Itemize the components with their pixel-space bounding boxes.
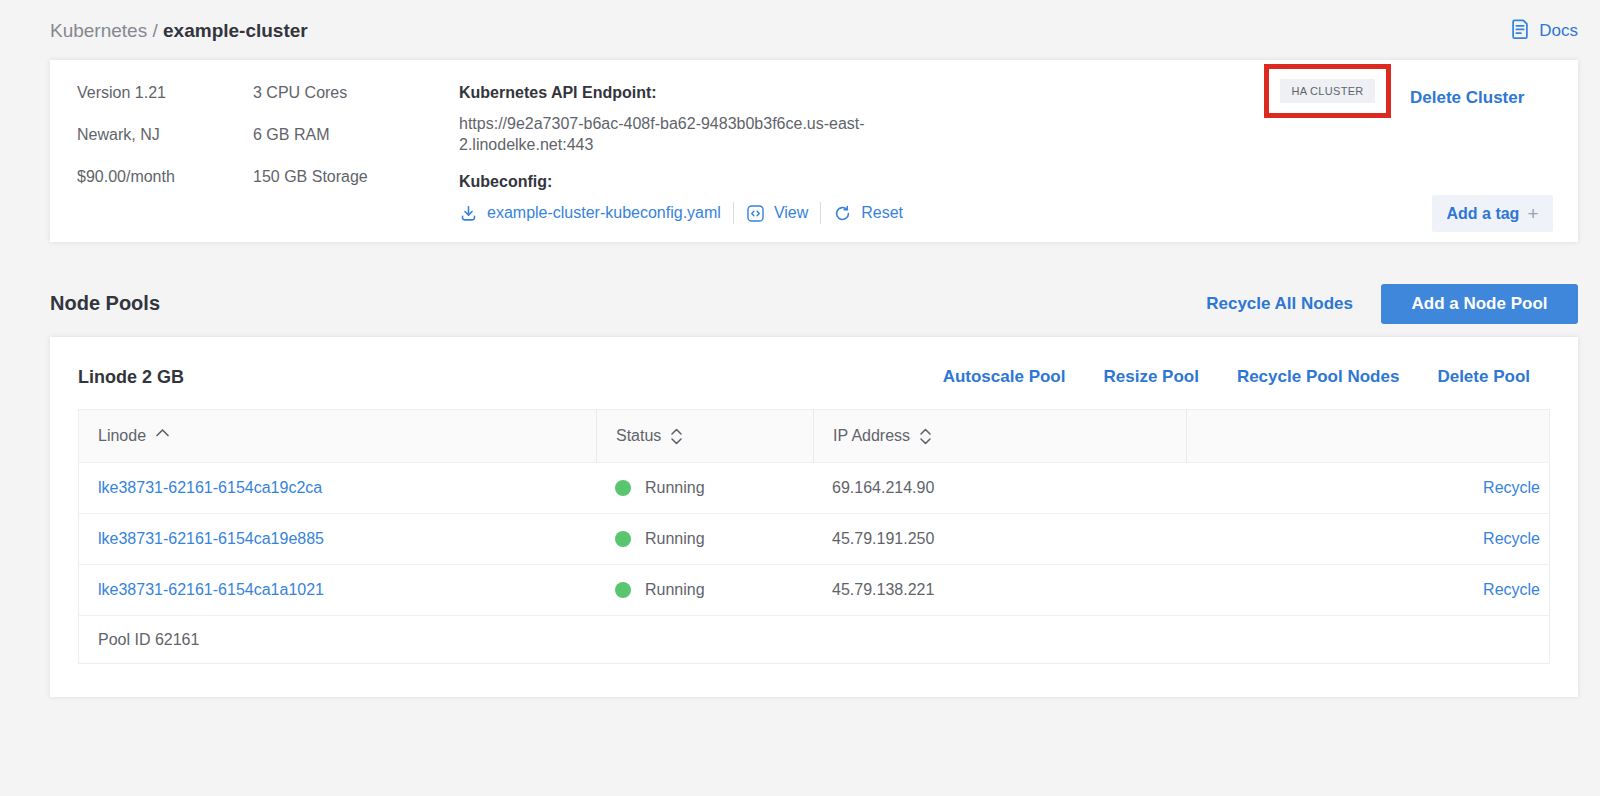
reset-icon [833,204,852,223]
node-name-link[interactable]: lke38731-62161-6154ca1a1021 [79,565,596,615]
sort-both-icon [670,428,683,445]
docs-label: Docs [1539,21,1578,41]
node-pool-card: Linode 2 GB Autoscale Pool Resize Pool R… [50,337,1578,697]
recycle-pool-nodes-button[interactable]: Recycle Pool Nodes [1237,367,1400,387]
status-label: Running [645,530,705,548]
column-header-ip[interactable]: IP Address [813,410,1186,462]
recycle-node-button[interactable]: Recycle [1483,479,1540,497]
api-endpoint-url-line1: https://9e2a7307-b6ac-408f-ba62-9483b0b3… [459,113,909,134]
pool-id-row: Pool ID 62161 [79,615,1549,663]
node-name-link[interactable]: lke38731-62161-6154ca19e885 [79,514,596,564]
api-endpoint-url-line2: 2.linodelke.net:443 [459,134,909,155]
recycle-node-button[interactable]: Recycle [1483,581,1540,599]
table-row: lke38731-62161-6154ca1a1021 Running 45.7… [79,564,1549,615]
cluster-summary-card: Version 1.21 Newark, NJ $90.00/month 3 C… [50,60,1578,242]
node-status-cell: Running [596,565,813,615]
status-label: Running [645,479,705,497]
ha-cluster-badge: HA CLUSTER [1280,79,1374,103]
breadcrumb-divider: / [152,20,157,41]
breadcrumb-kubernetes[interactable]: Kubernetes [50,20,147,41]
column-header-actions [1186,410,1549,462]
node-name-link[interactable]: lke38731-62161-6154ca19c2ca [79,463,596,513]
kubeconfig-download-link[interactable]: example-cluster-kubeconfig.yaml [487,204,721,222]
delete-pool-button[interactable]: Delete Pool [1437,367,1530,387]
add-tag-button[interactable]: Add a tag + [1432,195,1553,232]
column-label-linode: Linode [98,427,146,445]
cluster-storage: 150 GB Storage [253,165,459,189]
top-bar: Kubernetes / example-cluster Docs [50,0,1578,60]
kubeconfig-label: Kubeconfig: [459,170,1578,194]
cluster-ram: 6 GB RAM [253,123,459,147]
table-header: Linode Status IP Address [79,410,1549,462]
page-content: Kubernetes / example-cluster Docs Versio… [50,0,1578,697]
divider [820,202,821,224]
node-ip-cell: 45.79.138.221 [813,565,1186,615]
delete-cluster-button[interactable]: Delete Cluster [1410,86,1524,110]
status-label: Running [645,581,705,599]
docs-icon [1509,18,1531,45]
node-status-cell: Running [596,514,813,564]
column-header-status[interactable]: Status [596,410,813,462]
view-kubeconfig-link[interactable]: View [774,204,808,222]
node-pools-title: Node Pools [50,292,160,315]
view-code-icon [746,204,765,223]
pool-name: Linode 2 GB [78,367,184,388]
summary-details-column: Version 1.21 Newark, NJ $90.00/month [77,72,253,242]
breadcrumb: Kubernetes / example-cluster [50,20,308,42]
add-tag-label: Add a tag [1447,205,1520,223]
download-icon [459,204,478,223]
status-running-dot [615,582,631,598]
recycle-all-nodes-button[interactable]: Recycle All Nodes [1206,294,1353,314]
column-header-linode[interactable]: Linode [79,410,596,462]
divider [733,202,734,224]
node-status-cell: Running [596,463,813,513]
cluster-region: Newark, NJ [77,123,253,147]
node-action-cell: Recycle [1186,463,1549,513]
sort-both-icon [919,428,932,445]
cluster-cpu: 3 CPU Cores [253,81,459,105]
resize-pool-button[interactable]: Resize Pool [1103,367,1198,387]
pool-header: Linode 2 GB Autoscale Pool Resize Pool R… [78,337,1550,409]
node-pools-actions: Recycle All Nodes Add a Node Pool [1206,284,1578,324]
node-ip-cell: 45.79.191.250 [813,514,1186,564]
reset-kubeconfig-link[interactable]: Reset [861,204,903,222]
sort-ascending-icon [155,428,170,437]
add-node-pool-button[interactable]: Add a Node Pool [1381,284,1578,324]
cluster-version: Version 1.21 [77,81,253,105]
node-ip-cell: 69.164.214.90 [813,463,1186,513]
summary-specs-column: 3 CPU Cores 6 GB RAM 150 GB Storage [253,72,459,242]
pool-id-label: Pool ID 62161 [98,631,199,649]
pool-action-links: Autoscale Pool Resize Pool Recycle Pool … [943,367,1550,387]
api-endpoint-url: https://9e2a7307-b6ac-408f-ba62-9483b0b3… [459,113,909,155]
annotation-highlight-box: HA CLUSTER [1264,64,1391,118]
breadcrumb-cluster-name: example-cluster [163,20,308,41]
table-body: lke38731-62161-6154ca19c2ca Running 69.1… [79,462,1549,615]
table-row: lke38731-62161-6154ca19c2ca Running 69.1… [79,462,1549,513]
node-action-cell: Recycle [1186,565,1549,615]
table-row: lke38731-62161-6154ca19e885 Running 45.7… [79,513,1549,564]
plus-icon: + [1527,203,1538,225]
pool-nodes-table: Linode Status IP Address [78,409,1550,664]
status-running-dot [615,531,631,547]
kubeconfig-row: example-cluster-kubeconfig.yaml View [459,201,1578,225]
status-running-dot [615,480,631,496]
autoscale-pool-button[interactable]: Autoscale Pool [943,367,1066,387]
cluster-price: $90.00/month [77,165,253,189]
node-action-cell: Recycle [1186,514,1549,564]
node-pools-header: Node Pools Recycle All Nodes Add a Node … [50,282,1578,325]
column-label-ip: IP Address [833,427,910,445]
docs-link[interactable]: Docs [1509,18,1578,45]
recycle-node-button[interactable]: Recycle [1483,530,1540,548]
column-label-status: Status [616,427,661,445]
